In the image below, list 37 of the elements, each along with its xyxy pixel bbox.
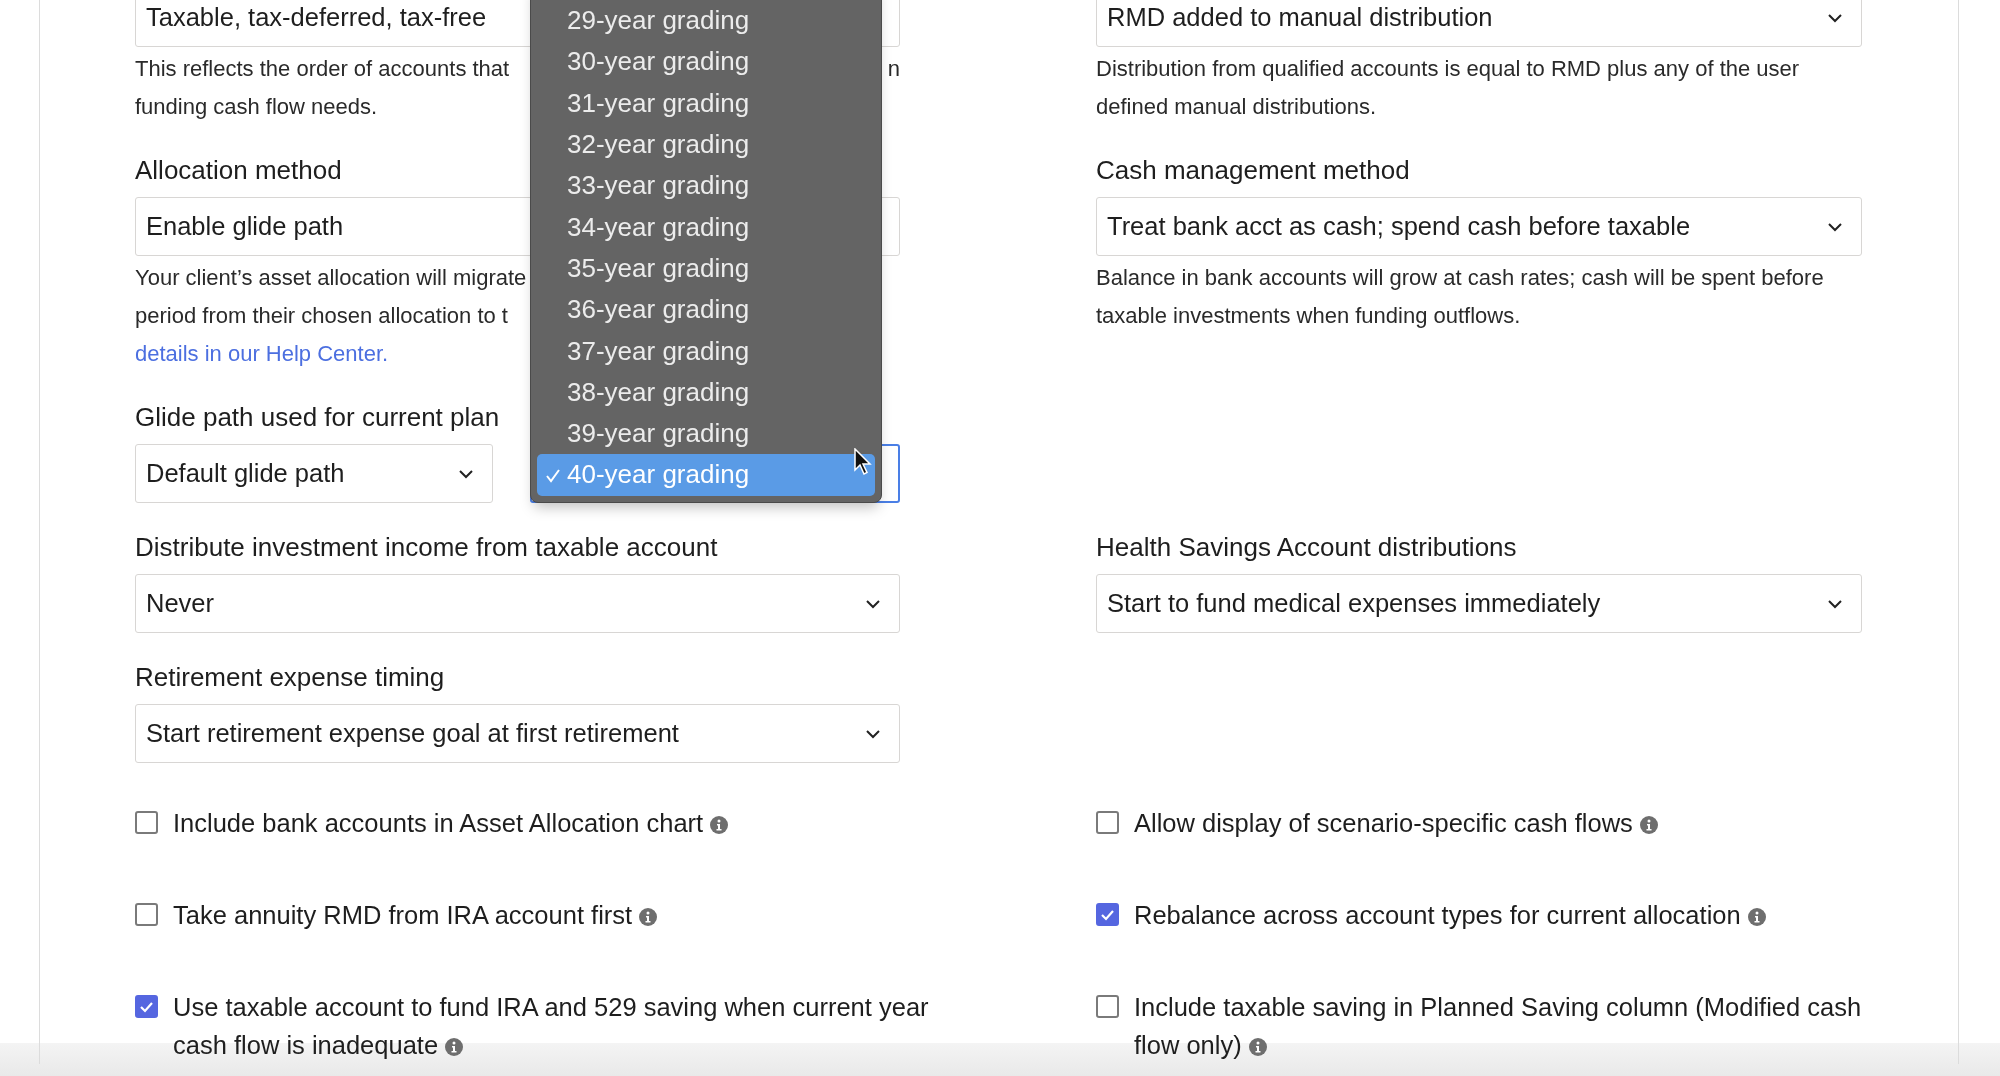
select-field[interactable]: RMD added to manual distribution — [1096, 0, 1862, 47]
checkbox-label: Allow display of scenario-specific cash flows — [1134, 804, 1658, 842]
field-label: Allocation method — [135, 155, 342, 185]
help-text: This reflects the order of accounts that — [135, 55, 510, 83]
field-label: Glide path used for current plan — [135, 402, 500, 432]
help-link[interactable]: details in our Help Center. — [135, 335, 389, 373]
checkbox-label: Include taxable saving in Planned Saving column (Modified cash flow only) — [1134, 992, 1862, 1061]
select-field[interactable]: Start retirement expense goal at first retirement — [135, 704, 900, 763]
help-text: Your client’s asset allocation will migrate — [135, 264, 527, 292]
dropdown-option[interactable]: 34-year grading — [537, 206, 875, 248]
select-field[interactable]: Default glide path — [135, 444, 493, 503]
help-text: taxable investments when funding outflows. — [1096, 302, 1521, 330]
help-text: defined manual distributions. — [1096, 93, 1377, 121]
dropdown-option[interactable]: 37-year grading — [537, 330, 875, 372]
help-text: period from their chosen allocation to t — [135, 302, 508, 330]
checkbox-label: Rebalance across account types for current allocation — [1134, 896, 1766, 934]
field-label: Cash management method — [1096, 155, 1410, 185]
dropdown-option[interactable]: 31-year grading — [537, 82, 875, 124]
field-label: Distribute investment income from taxable account — [135, 532, 718, 562]
help-text: Distribution from qualified accounts is equal to RMD plus any of the user — [1096, 55, 1800, 83]
dropdown-option[interactable]: 38-year grading — [537, 371, 875, 413]
dropdown-option[interactable]: 36-year grading — [537, 289, 875, 331]
dropdown-option[interactable]: 40-year grading — [537, 454, 875, 496]
checkbox-label: Include bank accounts in Asset Allocation chart — [173, 804, 729, 842]
select-field[interactable]: Never — [135, 574, 900, 633]
select-field[interactable]: Treat bank acct as cash; spend cash before taxable — [1096, 197, 1862, 256]
dropdown-option[interactable]: 29-year grading — [537, 0, 875, 42]
dropdown-option[interactable]: 32-year grading — [537, 123, 875, 166]
dropdown-option[interactable]: 39-year grading — [537, 412, 875, 455]
checkbox-label: Take annuity RMD from IRA account first — [173, 896, 658, 934]
select-field[interactable]: Start to fund medical expenses immediately — [1096, 574, 1862, 633]
help-text: Balance in bank accounts will grow at cash rates; cash will be spent before — [1096, 264, 1824, 292]
checkbox-label: Use taxable account to fund IRA and 529 saving when current year cash flow is inadequate — [173, 992, 930, 1061]
field-label: Retirement expense timing — [135, 662, 445, 692]
help-text: funding cash flow needs. — [135, 93, 378, 121]
help-text: n — [887, 55, 900, 83]
field-label: Health Savings Account distributions — [1096, 532, 1517, 562]
